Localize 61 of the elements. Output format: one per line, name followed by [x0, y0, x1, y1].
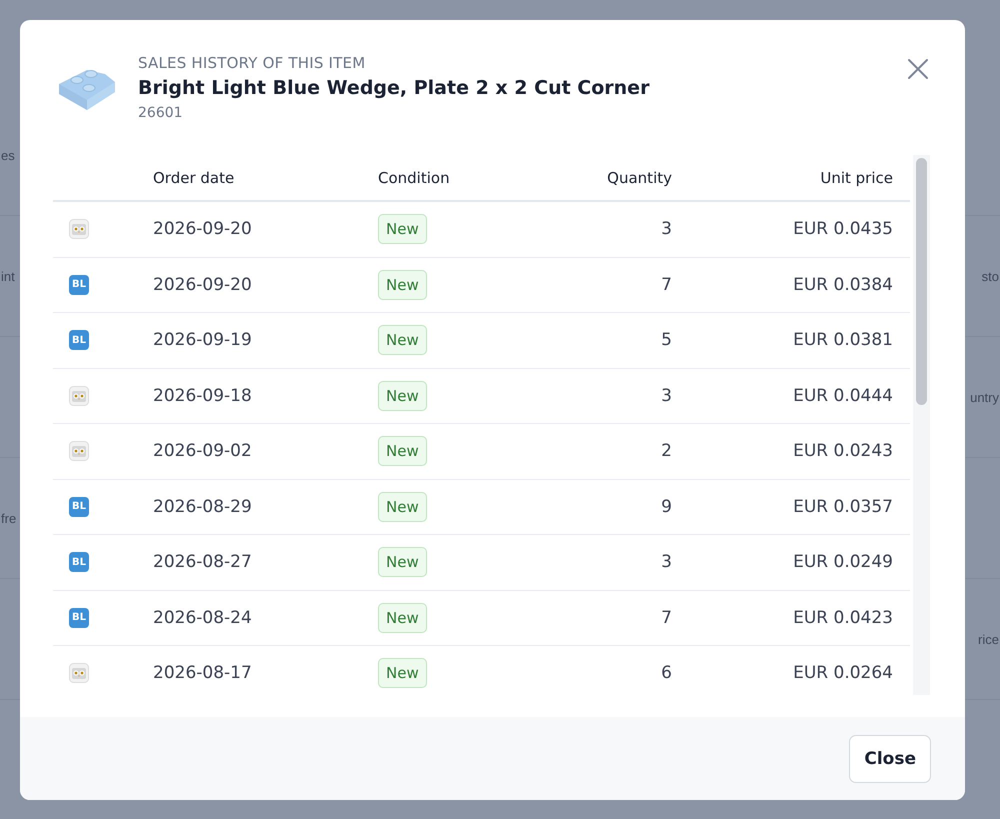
condition-tag: New: [378, 602, 427, 633]
quantity-cell-text: 7: [660, 274, 672, 295]
column-header: Order date: [153, 168, 236, 186]
quantity-cell-text: 3: [660, 386, 672, 406]
store-logo-icon: BL: [69, 496, 89, 517]
store-logo-icon: BL: [69, 608, 89, 628]
unit-price-cell-text: EUR 0.0249: [792, 552, 893, 572]
unit-price-cell-text: EUR 0.0264: [792, 663, 893, 684]
column-header: Quantity: [606, 168, 672, 186]
background-text: sto: [980, 268, 1000, 284]
condition-tag: New: [378, 325, 427, 356]
order-date-cell-text: 2026-09-02: [153, 441, 253, 462]
column-header: Unit price: [819, 168, 893, 186]
order-date-cell-text: 2026-08-17: [153, 663, 253, 684]
dialog-eyebrow: SALES HISTORY OF THIS ITEM: [138, 54, 366, 72]
owl-icon: [69, 441, 89, 462]
quantity-cell-text: 3: [660, 219, 672, 240]
quantity-cell-text: 9: [660, 496, 672, 517]
condition-tag: New: [378, 547, 427, 578]
owl-icon: [69, 219, 89, 240]
order-date-cell-text: 2026-09-20: [153, 274, 253, 295]
order-date-cell-text: 2026-09-19: [153, 330, 253, 350]
unit-price-cell-text: EUR 0.0384: [792, 274, 893, 295]
store-logo-icon: BL: [69, 330, 89, 350]
order-date-cell-text: 2026-09-18: [153, 386, 253, 406]
condition-tag: New: [378, 492, 427, 522]
background-text: int: [0, 268, 16, 284]
quantity-cell-text: 3: [660, 552, 672, 572]
order-date-cell-text: 2026-08-24: [153, 608, 253, 628]
unit-price-cell-text: EUR 0.0243: [792, 441, 893, 462]
condition-tag: New: [378, 658, 427, 688]
owl-icon: [69, 386, 89, 406]
background-text: es: [0, 148, 16, 162]
close-icon[interactable]: [907, 58, 929, 80]
order-date-cell-text: 2026-09-20: [153, 219, 253, 240]
store-logo-icon: BL: [69, 274, 89, 295]
column-header: Condition: [378, 168, 451, 186]
unit-price-cell-text: EUR 0.0435: [792, 219, 893, 240]
unit-price-cell-text: EUR 0.0357: [792, 496, 893, 517]
background-text: untry: [969, 390, 1000, 404]
quantity-cell-text: 7: [660, 608, 672, 628]
condition-tag: New: [378, 270, 427, 300]
unit-price-cell-text: EUR 0.0444: [792, 386, 893, 406]
dialog-title: Bright Light Blue Wedge, Plate 2 x 2 Cut Corner: [138, 77, 650, 99]
quantity-cell-text: 5: [660, 330, 672, 350]
quantity-cell-text: 6: [660, 663, 672, 684]
unit-price-cell-text: EUR 0.0381: [792, 330, 893, 350]
condition-tag: New: [378, 214, 427, 244]
owl-icon: [69, 663, 89, 684]
background-text: fre: [0, 510, 18, 526]
item-number: 26601: [138, 105, 184, 121]
condition-tag: New: [378, 380, 427, 411]
scrollbar[interactable]: [913, 155, 930, 695]
order-date-cell-text: 2026-08-29: [153, 496, 253, 517]
close-button[interactable]: Close: [849, 734, 931, 782]
condition-tag: New: [378, 436, 427, 466]
unit-price-cell-text: EUR 0.0423: [792, 608, 893, 628]
store-logo-icon: BL: [69, 552, 89, 572]
quantity-cell-text: 2: [660, 441, 672, 462]
background-text: rice: [977, 632, 1000, 646]
order-date-cell-text: 2026-08-27: [153, 552, 253, 572]
